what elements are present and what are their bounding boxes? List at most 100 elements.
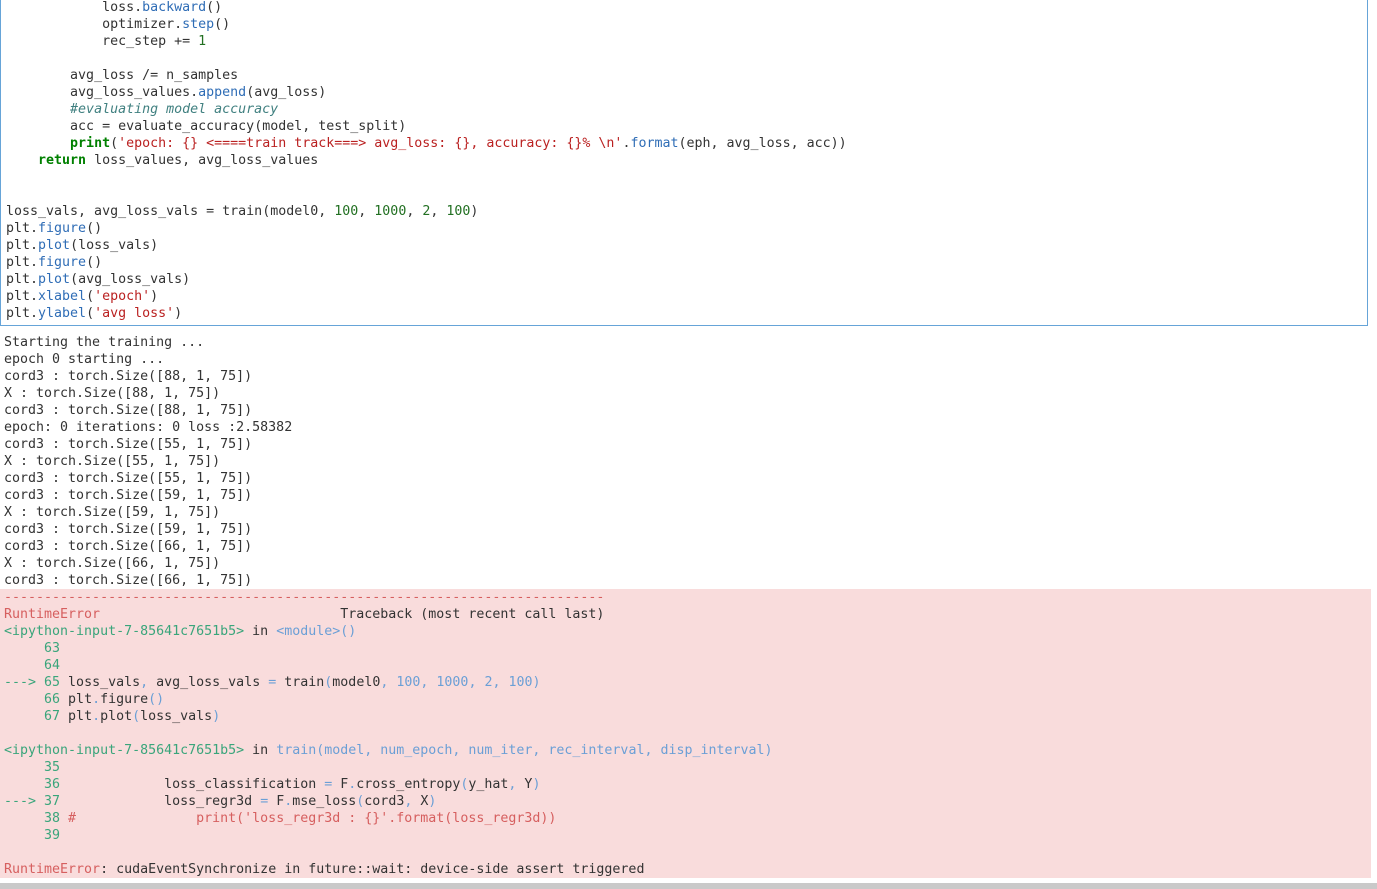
- traceback-token: .: [92, 692, 101, 707]
- code-token: step: [182, 17, 215, 32]
- code-line[interactable]: [6, 186, 1366, 203]
- code-token: eph, avg_loss, acc)): [686, 136, 847, 151]
- traceback-token: F: [332, 777, 349, 792]
- code-line[interactable]: plt.figure(): [6, 254, 1366, 271]
- code-line[interactable]: return loss_values, avg_loss_values: [6, 152, 1366, 169]
- code-token: optimizer.: [102, 17, 183, 32]
- traceback-token: <module>: [276, 624, 341, 639]
- code-token: plt.: [6, 272, 39, 287]
- code-token: =: [206, 204, 215, 219]
- traceback-token: plt: [60, 709, 93, 724]
- stdout-line: epoch 0 starting ...: [4, 352, 165, 367]
- traceback-token: <ipython-input-7-85641c7651b5>: [4, 624, 245, 639]
- traceback-token: F: [268, 794, 285, 809]
- traceback-token: 100: [500, 675, 533, 690]
- code-token: 100: [334, 204, 359, 219]
- traceback-line: RuntimeError Traceback (most recent call…: [4, 606, 1370, 623]
- code-line[interactable]: #evaluating model accuracy: [6, 101, 1366, 118]
- traceback-token: RuntimeError: [4, 607, 101, 622]
- code-token: plt.: [6, 238, 39, 253]
- code-line[interactable]: rec_step += 1: [6, 33, 1366, 50]
- code-line[interactable]: plt.figure(): [6, 220, 1366, 237]
- code-input-cell[interactable]: loss.backward() optimizer.step() rec_ste…: [0, 0, 1368, 326]
- traceback-token: 38: [4, 811, 61, 826]
- code-line[interactable]: plt.plot(avg_loss_vals): [6, 271, 1366, 288]
- code-token: (: [86, 289, 95, 304]
- traceback-line: 66 plt.figure(): [4, 691, 1370, 708]
- code-line[interactable]: loss.backward(): [6, 0, 1366, 16]
- traceback-token: Traceback (most recent call last): [100, 607, 605, 622]
- code-token: (): [86, 221, 103, 236]
- traceback-token: ): [212, 709, 221, 724]
- stdout-line: X : torch.Size([88, 1, 75]): [4, 386, 221, 401]
- traceback-token: 39: [4, 828, 61, 843]
- code-line[interactable]: avg_loss /= n_samples: [6, 67, 1366, 84]
- code-token: 'avg loss': [94, 306, 175, 321]
- code-token: 1: [190, 34, 207, 49]
- code-token: 'epoch': [94, 289, 151, 304]
- code-line[interactable]: [6, 50, 1366, 67]
- traceback-token: mse_loss: [292, 794, 357, 809]
- code-token: (: [70, 272, 79, 287]
- code-token: (): [206, 0, 223, 15]
- traceback-line: ----------------------------------------…: [4, 589, 1370, 606]
- traceback-token: 100: [388, 675, 421, 690]
- traceback-token: 1000: [428, 675, 469, 690]
- code-editor[interactable]: loss.backward() optimizer.step() rec_ste…: [6, 0, 1366, 322]
- code-token: loss_vals, avg_loss_vals: [6, 204, 207, 219]
- code-token: 100: [446, 204, 471, 219]
- traceback-token: cross_entropy: [356, 777, 461, 792]
- traceback-token: X: [412, 794, 429, 809]
- code-token: avg_loss_vals: [78, 272, 183, 287]
- traceback-line: 38 # print('loss_regr3d : {}'.format(los…: [4, 810, 1370, 827]
- stdout-output: Starting the training ... epoch 0 startin…: [4, 334, 1372, 589]
- code-line[interactable]: loss_vals, avg_loss_vals = train(model0,…: [6, 203, 1366, 220]
- code-line[interactable]: acc = evaluate_accuracy(model, test_spli…: [6, 118, 1366, 135]
- code-token: #evaluating model accuracy: [70, 102, 279, 117]
- code-token: avg_loss_values.: [70, 85, 199, 100]
- traceback-token: train(model, num_epoch, num_iter, rec_in…: [276, 743, 773, 758]
- stdout-line: cord3 : torch.Size([88, 1, 75]): [4, 403, 253, 418]
- code-token: n_samples: [158, 68, 239, 83]
- traceback-token: loss_vals: [140, 709, 213, 724]
- traceback-token: ): [428, 794, 437, 809]
- code-token: (): [214, 17, 231, 32]
- code-line[interactable]: optimizer.step(): [6, 16, 1366, 33]
- traceback-line: ---> 65 loss_vals, avg_loss_vals = train…: [4, 674, 1370, 691]
- code-token: plt.: [6, 306, 39, 321]
- traceback-token: cord3: [364, 794, 405, 809]
- horizontal-scrollbar[interactable]: [0, 883, 1377, 889]
- code-line[interactable]: plt.ylabel('avg loss'): [6, 305, 1366, 322]
- code-line[interactable]: [6, 169, 1366, 186]
- stdout-line: cord3 : torch.Size([59, 1, 75]): [4, 522, 253, 537]
- code-token: ,: [406, 204, 423, 219]
- traceback-token: : cudaEventSynchronize in future::wait: …: [100, 862, 645, 877]
- traceback-token: in: [244, 743, 277, 758]
- traceback-token: model0: [332, 675, 381, 690]
- code-token: loss_vals: [78, 238, 151, 253]
- code-token: plt.: [6, 289, 39, 304]
- code-line[interactable]: plt.xlabel('epoch'): [6, 288, 1366, 305]
- traceback-token: ,: [140, 675, 149, 690]
- traceback-token: 35: [4, 760, 61, 775]
- code-token: xlabel: [38, 289, 87, 304]
- code-token: ): [150, 289, 159, 304]
- code-line[interactable]: plt.plot(loss_vals): [6, 237, 1366, 254]
- code-token: evaluate_accuracy(model, test_split): [110, 119, 407, 134]
- traceback-token: =: [260, 794, 269, 809]
- traceback-token: plt: [60, 692, 93, 707]
- code-line[interactable]: print('epoch: {} <====train track===> av…: [6, 135, 1366, 152]
- code-line[interactable]: avg_loss_values.append(avg_loss): [6, 84, 1366, 101]
- code-token: =: [102, 119, 111, 134]
- stdout-line: cord3 : torch.Size([66, 1, 75]): [4, 539, 253, 554]
- code-token: avg_loss: [254, 85, 319, 100]
- stdout-line: epoch: 0 iterations: 0 loss :2.58382: [4, 420, 293, 435]
- traceback-token: <ipython-input-7-85641c7651b5>: [4, 743, 245, 758]
- traceback-token: ---> 37: [4, 794, 61, 809]
- traceback-line: <ipython-input-7-85641c7651b5> in train(…: [4, 742, 1370, 759]
